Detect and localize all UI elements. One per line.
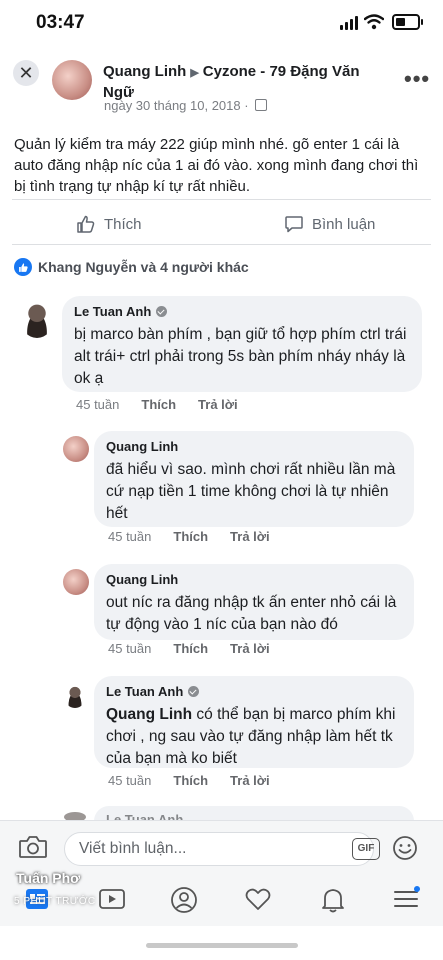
status-bar: 03:47 — [0, 0, 443, 48]
reactions-summary[interactable]: Khang Nguyễn và 4 người khác — [14, 258, 249, 276]
like-icon — [77, 215, 95, 233]
home-indicator[interactable] — [146, 943, 298, 948]
comment-like-button[interactable]: Thích — [173, 641, 208, 656]
commenter-avatar[interactable] — [63, 569, 89, 595]
signal-icon — [340, 16, 358, 30]
wifi-icon — [364, 14, 384, 30]
commenter-name-text[interactable]: Le Tuan Anh — [74, 304, 151, 319]
bell-icon[interactable] — [320, 886, 346, 914]
comment-like-button[interactable]: Thích — [173, 773, 208, 788]
comment-text: out níc ra đăng nhập tk ấn enter nhỏ cái… — [106, 594, 397, 633]
commenter-name[interactable]: Le Tuan Anh — [106, 684, 402, 699]
verified-icon — [156, 306, 168, 317]
commenter-name[interactable]: Quang Linh — [106, 572, 402, 587]
post-author[interactable]: Quang Linh — [103, 63, 186, 80]
comment-reply-button[interactable]: Trả lời — [230, 773, 270, 788]
battery-icon — [392, 14, 423, 30]
comment-text: đã hiểu vì sao. mình chơi rất nhiều lần … — [106, 461, 396, 522]
comment-meta: 45 tuần Thích Trả lời — [108, 773, 270, 788]
overlay-name: Tuấn Phơ — [16, 870, 81, 886]
post-date-text: ngày 30 tháng 10, 2018 · — [104, 98, 249, 113]
commenter-name[interactable]: Le Tuan Anh — [74, 304, 410, 319]
commenter-name-text[interactable]: Le Tuan Anh — [106, 684, 183, 699]
watch-icon[interactable] — [98, 886, 126, 912]
comment-bubble: Le Tuan Anh Quang Linh có thể bạn bị mar… — [94, 676, 414, 768]
comment-bubble: Quang Linh đã hiểu vì sao. mình chơi rất… — [94, 431, 414, 527]
more-icon[interactable]: ••• — [404, 66, 430, 92]
like-button[interactable]: Thích — [76, 212, 142, 236]
comment-label: Bình luận — [312, 215, 376, 233]
comment-mention[interactable]: Quang Linh — [106, 706, 192, 723]
emoji-icon[interactable] — [392, 835, 418, 861]
comment-time: 45 tuần — [108, 641, 152, 656]
reactions-text: Khang Nguyễn và 4 người khác — [38, 259, 249, 275]
arrow-icon: ▶ — [190, 67, 199, 79]
commenter-avatar[interactable] — [63, 436, 89, 462]
profile-icon[interactable] — [170, 886, 198, 914]
post-text: Quản lý kiểm tra máy 222 giúp mình nhé. … — [14, 136, 419, 195]
comment-reply-button[interactable]: Trả lời — [230, 641, 270, 656]
commenter-avatar[interactable] — [20, 300, 54, 338]
gif-button[interactable]: GIF — [352, 838, 380, 860]
author-avatar[interactable] — [52, 60, 92, 100]
commenter-avatar[interactable] — [64, 684, 86, 708]
like-badge-icon — [14, 258, 32, 276]
comment-meta: 45 tuần Thích Trả lời — [76, 397, 238, 412]
comment-bubble: Quang Linh out níc ra đăng nhập tk ấn en… — [94, 564, 414, 640]
comment-meta: 45 tuần Thích Trả lời — [108, 529, 270, 544]
comment-input[interactable]: Viết bình luận... — [64, 832, 374, 866]
divider — [12, 244, 431, 245]
privacy-icon — [254, 99, 267, 111]
comment-time: 45 tuần — [108, 773, 152, 788]
comment-like-button[interactable]: Thích — [173, 529, 208, 544]
post-date: ngày 30 tháng 10, 2018 · — [104, 98, 267, 113]
verified-icon — [188, 686, 200, 697]
comment-time: 45 tuần — [76, 397, 120, 412]
comment-meta: 45 tuần Thích Trả lời — [108, 641, 270, 656]
dating-icon[interactable] — [244, 886, 272, 912]
comment-reply-button[interactable]: Trả lời — [230, 529, 270, 544]
comment-reply-button[interactable]: Trả lời — [198, 397, 238, 412]
comment-like-button[interactable]: Thích — [141, 397, 176, 412]
menu-icon[interactable] — [392, 886, 420, 912]
comment-time: 45 tuần — [108, 529, 152, 544]
comment-bubble: Le Tuan Anh bị marco bàn phím , bạn giữ … — [62, 296, 422, 392]
clock: 03:47 — [36, 12, 85, 33]
like-label: Thích — [104, 215, 142, 233]
divider — [12, 199, 431, 200]
camera-icon[interactable] — [18, 834, 48, 860]
overlay-time: 5 PHÚT TRƯỚC — [14, 896, 96, 907]
comment-icon — [285, 216, 303, 233]
comment-text: Quang Linh có thể bạn bị marco phím khi … — [106, 704, 402, 770]
comment-text: bị marco bàn phím , bạn giữ tổ hợp phím … — [74, 326, 407, 387]
comment-button[interactable]: Bình luận — [284, 212, 375, 236]
post-author-line[interactable]: Quang Linh ▶ Cyzone - 79 Đặng Văn Ngữ — [103, 62, 383, 102]
commenter-name[interactable]: Quang Linh — [106, 439, 402, 454]
close-icon[interactable]: ✕ — [13, 60, 39, 86]
